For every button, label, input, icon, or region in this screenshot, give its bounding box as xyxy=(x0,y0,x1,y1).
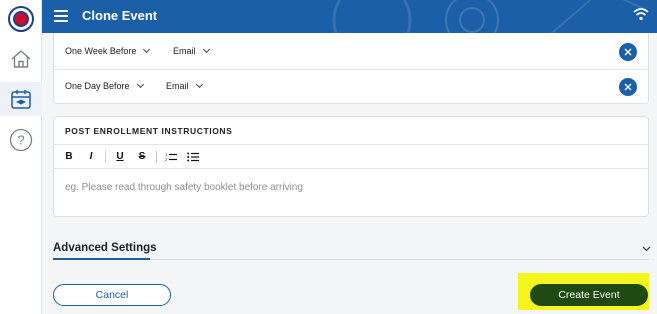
reminder-row: One Week Before Email xyxy=(54,35,648,69)
chevron-down-icon xyxy=(136,80,144,89)
remove-reminder-button[interactable] xyxy=(619,43,637,61)
help-icon: ? xyxy=(9,128,33,152)
instructions-editor[interactable]: eg. Please read through safety booklet b… xyxy=(65,182,303,193)
section-title: POST ENROLLMENT INSTRUCTIONS xyxy=(65,126,233,136)
remove-reminder-button[interactable] xyxy=(619,78,637,96)
bullet-list-button[interactable] xyxy=(185,149,201,165)
reminder-row: One Day Before Email xyxy=(54,69,648,103)
toolbar-divider xyxy=(156,150,157,163)
sidebar-item-home[interactable] xyxy=(8,46,34,72)
calendar-icon xyxy=(11,90,31,109)
chevron-down-icon xyxy=(195,80,203,89)
reminder-timing-select[interactable]: One Day Before xyxy=(65,80,144,91)
close-icon xyxy=(624,83,632,91)
create-event-button[interactable]: Create Event xyxy=(530,284,648,306)
sidebar-item-help[interactable]: ? xyxy=(8,127,34,153)
sidebar: ? xyxy=(0,0,42,314)
reminder-timing-select[interactable]: One Week Before xyxy=(65,45,151,56)
reminders-list: One Week Before Email One Day Before Ema… xyxy=(53,33,649,104)
ordered-list-button[interactable]: 1 2 xyxy=(163,149,179,165)
ordered-list-icon: 1 2 xyxy=(165,152,177,162)
bold-button[interactable]: B xyxy=(61,149,77,165)
divider xyxy=(150,259,649,260)
svg-text:2: 2 xyxy=(165,157,168,162)
reminder-method-select[interactable]: Email xyxy=(173,45,210,56)
app-root: ? Clone Event One Week Before Email One … xyxy=(0,0,657,314)
header-background-graphic xyxy=(332,0,648,33)
italic-button[interactable]: I xyxy=(83,149,99,165)
sidebar-item-events[interactable] xyxy=(0,82,42,116)
chevron-down-icon xyxy=(202,45,210,54)
strikethrough-button[interactable]: S xyxy=(134,149,150,165)
cancel-button[interactable]: Cancel xyxy=(53,284,171,306)
bullet-list-icon xyxy=(187,152,199,161)
reminder-method-value: Email xyxy=(173,46,196,56)
underline-button[interactable]: U xyxy=(112,149,128,165)
chevron-down-icon xyxy=(143,45,151,54)
menu-button[interactable] xyxy=(54,8,70,24)
wifi-icon xyxy=(633,8,649,21)
reminder-method-select[interactable]: Email xyxy=(166,80,203,91)
post-enrollment-instructions-card: POST ENROLLMENT INSTRUCTIONS B I U S 1 2 xyxy=(53,116,649,217)
reminder-timing-value: One Day Before xyxy=(65,81,130,91)
advanced-settings-toggle[interactable]: Advanced Settings xyxy=(53,242,157,254)
org-logo xyxy=(8,6,34,32)
home-icon xyxy=(11,50,31,68)
page-title: Clone Event xyxy=(82,8,158,23)
reminder-method-value: Email xyxy=(166,81,189,91)
reminder-timing-value: One Week Before xyxy=(65,46,137,56)
app-header: Clone Event xyxy=(42,0,657,33)
advanced-settings-underline xyxy=(53,258,150,260)
close-icon xyxy=(624,48,632,56)
toolbar-divider xyxy=(105,150,106,163)
editor-toolbar: B I U S 1 2 xyxy=(54,144,648,169)
svg-text:?: ? xyxy=(17,133,24,148)
chevron-down-icon[interactable] xyxy=(642,246,651,252)
